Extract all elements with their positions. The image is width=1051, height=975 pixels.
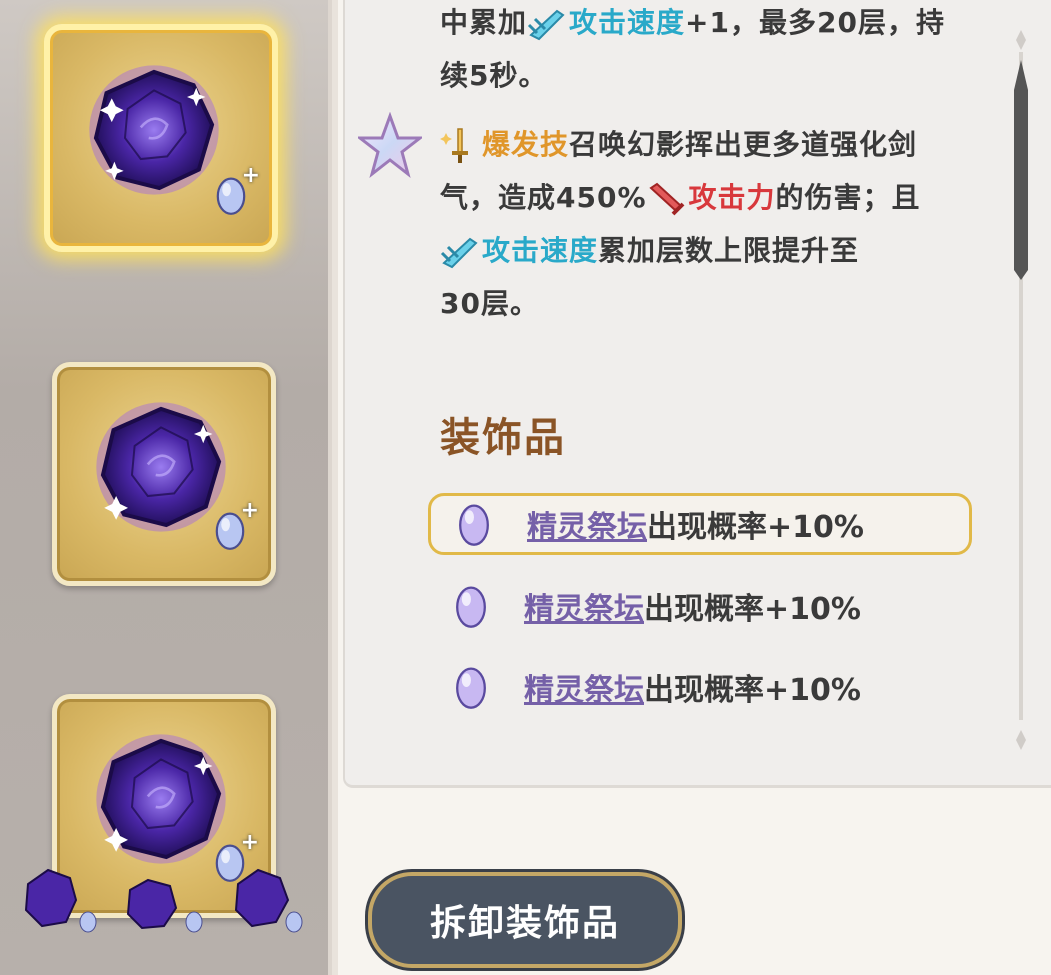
plus-icon: + <box>240 830 259 855</box>
burst-skill-description: 爆发技召唤幻影挥出更多道强化剑 气，造成450% 攻击力的伤害；且 攻击速度累加层… <box>440 128 921 320</box>
egg-icon <box>456 667 486 709</box>
burst-sword-icon <box>440 128 468 163</box>
egg-icon <box>456 586 486 628</box>
galaxy-gem-icon <box>96 734 226 864</box>
galaxy-gem-icon <box>96 402 226 532</box>
mini-gem-icon <box>24 868 97 933</box>
spirit-altar-link[interactable]: 精灵祭坛 <box>524 592 644 627</box>
egg-icon <box>459 504 489 546</box>
spirit-altar-link[interactable]: 精灵祭坛 <box>524 673 644 708</box>
spirit-altar-link[interactable]: 精灵祭坛 <box>527 510 647 545</box>
mini-gem-row <box>24 868 303 933</box>
skill-description-top: 中累加 攻击速度+1，最多20层，持 续5秒。 <box>440 6 945 92</box>
galaxy-gem-icon <box>89 65 219 195</box>
attack-speed-icon <box>440 237 478 269</box>
ornament-slot-2[interactable]: + <box>52 362 276 586</box>
ornament-effect-row[interactable]: 精灵祭坛出现概率+10% <box>428 493 972 555</box>
ornament-effect-row[interactable]: 精灵祭坛出现概率+10% <box>428 578 966 634</box>
ornaments-section-title: 装饰品 <box>440 415 566 461</box>
scrollbar[interactable] <box>1006 30 1036 750</box>
attack-power-icon <box>648 182 684 216</box>
mini-gem-icon <box>126 878 203 933</box>
plus-icon: + <box>240 498 259 523</box>
scroll-thumb <box>1014 60 1028 280</box>
ornament-effect-row[interactable]: 精灵祭坛出现概率+10% <box>428 659 966 715</box>
ornament-slot-1[interactable]: + <box>44 24 278 252</box>
plus-icon: + <box>241 163 260 188</box>
star-icon <box>358 112 422 178</box>
mini-gem-icon <box>234 868 303 933</box>
ornament-slot-list: + + + <box>0 0 338 975</box>
attack-speed-icon <box>527 9 565 41</box>
remove-ornament-button[interactable]: 拆卸装饰品 <box>368 872 682 968</box>
